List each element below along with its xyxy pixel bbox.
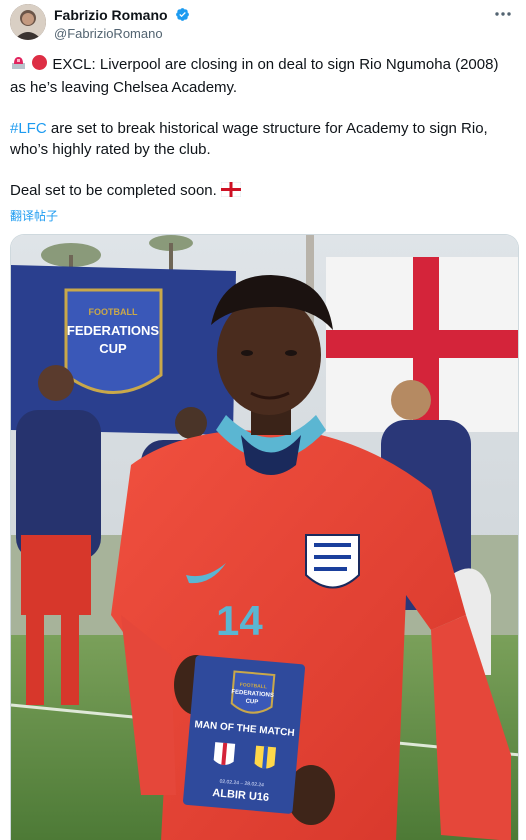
tweet-photo[interactable]: FOOTBALL FEDERATIONS CUP 14 FOOTBALL FED… <box>10 234 519 840</box>
banner-text-1: FOOTBALL <box>89 307 138 317</box>
tweet-line-2: are set to break historical wage structu… <box>10 120 488 158</box>
card-text-3: CUP <box>245 699 258 706</box>
more-options-icon[interactable] <box>490 4 516 26</box>
tweet-text: EXCL: Liverpool are closing in on deal t… <box>10 54 516 203</box>
banner-text-2: FEDERATIONS <box>67 323 160 338</box>
police-light-icon <box>10 54 27 77</box>
tweet-paragraph-1: EXCL: Liverpool are closing in on deal t… <box>10 54 516 98</box>
author-display-name[interactable]: Fabrizio Romano <box>54 7 168 23</box>
red-circle-icon <box>31 54 48 77</box>
tweet-paragraph-3: Deal set to be completed soon. <box>10 180 516 203</box>
tweet-header: Fabrizio Romano @FabrizioRomano <box>10 4 516 44</box>
avatar[interactable] <box>10 4 46 40</box>
hashtag-link[interactable]: #LFC <box>10 120 47 137</box>
england-flag-icon <box>220 181 242 203</box>
shirt-number: 14 <box>216 597 263 644</box>
tweet-paragraph-2: #LFC are set to break historical wage st… <box>10 118 516 160</box>
translate-post-link[interactable]: 翻译帖子 <box>10 207 58 224</box>
verified-badge-icon <box>175 7 190 22</box>
banner-text-3: CUP <box>99 341 127 356</box>
author-handle[interactable]: @FabrizioRomano <box>54 26 190 41</box>
tweet-line-1: EXCL: Liverpool are closing in on deal t… <box>10 56 499 96</box>
tweet-line-3: Deal set to be completed soon. <box>10 182 217 199</box>
author-names: Fabrizio Romano @FabrizioRomano <box>54 6 190 41</box>
